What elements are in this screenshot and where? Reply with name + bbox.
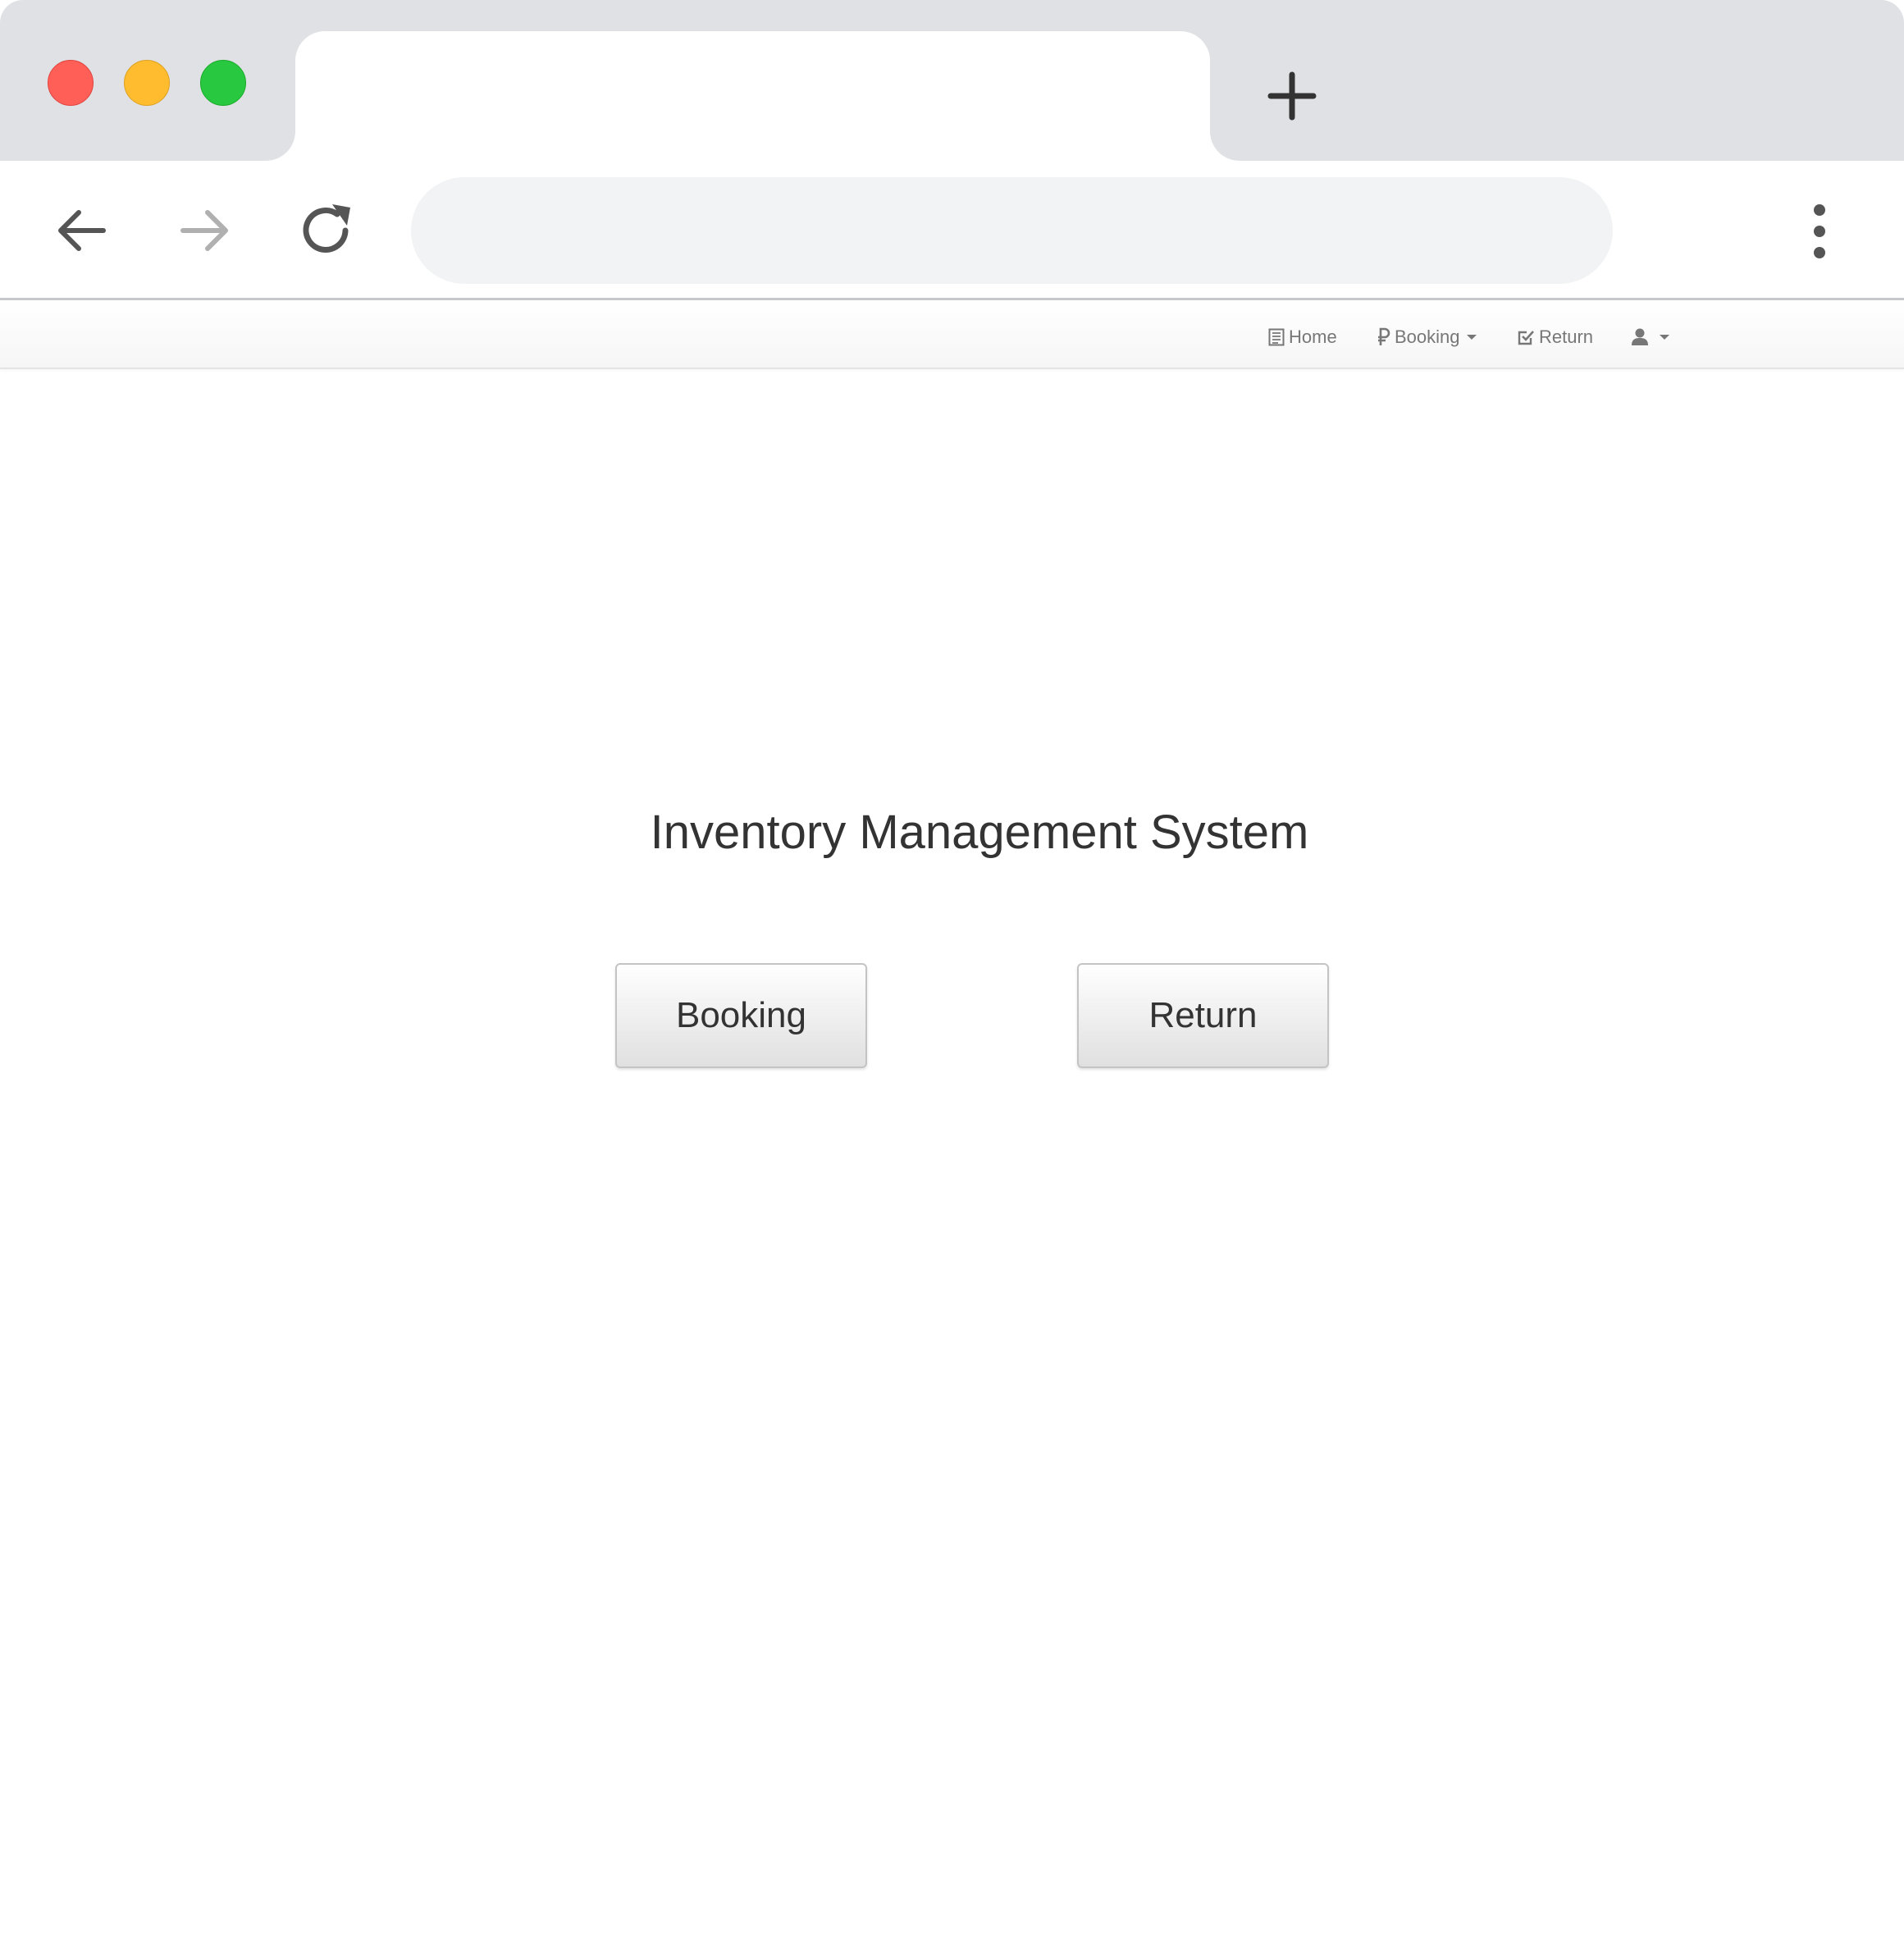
minimize-window-button[interactable] <box>124 60 170 106</box>
nav-return[interactable]: Return <box>1517 322 1593 352</box>
app-navbar <box>0 300 1904 369</box>
ruble-icon <box>1378 327 1390 345</box>
close-window-button[interactable] <box>48 60 94 106</box>
kebab-menu-icon[interactable] <box>1803 202 1836 261</box>
nav-return-label: Return <box>1539 327 1594 347</box>
reload-icon[interactable] <box>296 199 358 262</box>
list-icon <box>1268 328 1285 346</box>
booking-button[interactable]: Booking <box>615 963 867 1068</box>
return-button[interactable]: Return <box>1077 963 1329 1068</box>
nav-user-dropdown[interactable] <box>1631 322 1669 352</box>
chevron-down-icon <box>1660 335 1669 340</box>
user-icon <box>1632 328 1648 345</box>
active-tab[interactable] <box>295 31 1210 161</box>
nav-home[interactable]: Home <box>1268 322 1337 352</box>
address-bar[interactable] <box>411 177 1613 284</box>
nav-booking-label: Booking <box>1395 327 1460 347</box>
maximize-window-button[interactable] <box>200 60 246 106</box>
check-square-icon <box>1518 331 1534 345</box>
nav-home-label: Home <box>1289 327 1337 347</box>
chevron-down-icon <box>1466 335 1477 340</box>
forward-arrow-icon[interactable] <box>173 199 235 262</box>
tab-corner-left <box>266 131 295 161</box>
back-arrow-icon[interactable] <box>51 199 113 262</box>
new-tab-plus-icon[interactable] <box>1266 70 1318 122</box>
page-title: Inventory Management System <box>650 806 1309 859</box>
nav-booking-dropdown[interactable]: Booking <box>1376 322 1477 352</box>
tab-corner-right <box>1210 131 1240 161</box>
